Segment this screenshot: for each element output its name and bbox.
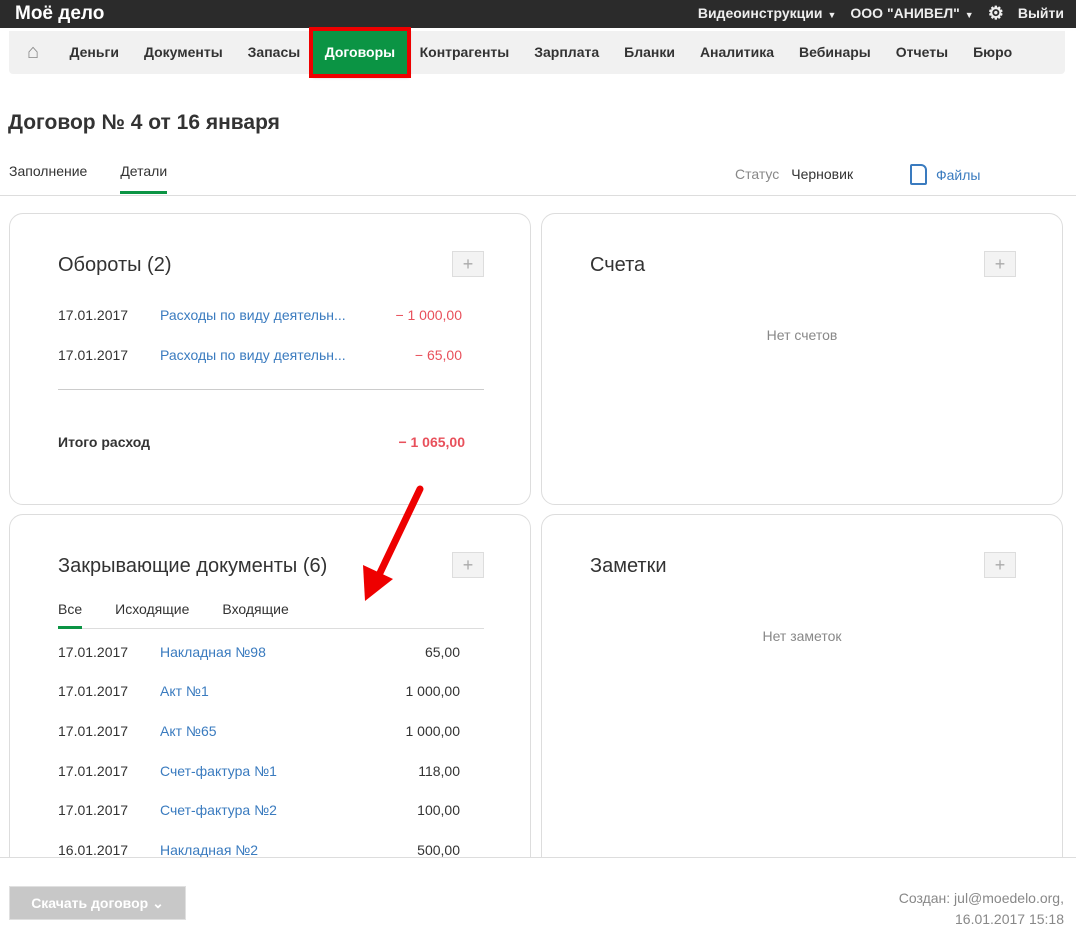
row-date: 17.01.2017 bbox=[58, 802, 129, 818]
closing-docs-card: Закрывающие документы (6) + Все Исходящи… bbox=[9, 514, 531, 857]
nav-bureau[interactable]: Бюро bbox=[961, 31, 1025, 74]
tab-outgoing[interactable]: Исходящие bbox=[115, 601, 189, 628]
nav-stock[interactable]: Запасы bbox=[235, 31, 313, 74]
row-link[interactable]: Накладная №2 bbox=[160, 842, 258, 857]
total-amount: − 1 065,00 bbox=[398, 434, 465, 450]
file-icon bbox=[910, 164, 927, 185]
row-amount: − 65,00 bbox=[414, 347, 462, 363]
row-date: 17.01.2017 bbox=[58, 723, 129, 739]
invoices-card: Счета + Нет счетов bbox=[541, 213, 1063, 505]
footer-divider bbox=[0, 857, 1076, 858]
card-title: Заметки bbox=[590, 555, 667, 577]
add-closing-doc-button[interactable]: + bbox=[452, 552, 484, 578]
add-turnover-button[interactable]: + bbox=[452, 251, 484, 277]
card-title: Закрывающие документы (6) bbox=[58, 555, 328, 577]
row-date: 17.01.2017 bbox=[58, 347, 129, 363]
tab-details[interactable]: Детали bbox=[120, 163, 168, 194]
logout-link[interactable]: Выйти bbox=[1018, 5, 1064, 21]
row-link[interactable]: Акт №65 bbox=[160, 723, 217, 739]
caret-down-icon: ▼ bbox=[827, 10, 837, 20]
home-icon[interactable]: ⌂ bbox=[9, 41, 57, 64]
video-menu[interactable]: Видеоинструкции ▼ bbox=[698, 5, 837, 21]
created-by: Создан: jul@moedelo.org, bbox=[898, 890, 1064, 906]
files-label: Файлы bbox=[936, 166, 981, 183]
page-title: Договор № 4 от 16 января bbox=[8, 111, 280, 134]
row-amount: − 1 000,00 bbox=[395, 307, 462, 323]
download-label: Скачать договор bbox=[31, 895, 149, 911]
red-arrow-annotation bbox=[363, 485, 424, 601]
nav-contracts[interactable]: Договоры bbox=[308, 27, 412, 78]
tab-incoming[interactable]: Входящие bbox=[222, 601, 288, 628]
total-label: Итого расход bbox=[58, 434, 151, 450]
notes-card: Заметки + Нет заметок bbox=[541, 514, 1063, 857]
add-note-button[interactable]: + bbox=[984, 552, 1016, 578]
nav-reports[interactable]: Отчеты bbox=[883, 31, 960, 74]
row-date: 16.01.2017 bbox=[58, 842, 129, 857]
status-label: Статус bbox=[735, 166, 780, 182]
add-invoice-button[interactable]: + bbox=[984, 251, 1016, 277]
top-bar: Moё дело Видеоинструкции ▼ ООО "АНИВЕЛ" ▼ … bbox=[0, 0, 1076, 28]
video-label: Видеоинструкции bbox=[697, 5, 823, 21]
nav-webinars[interactable]: Вебинары bbox=[787, 31, 884, 74]
row-amount: 100,00 bbox=[417, 802, 460, 818]
nav-salary[interactable]: Зарплата bbox=[522, 31, 612, 74]
row-link[interactable]: Счет-фактура №1 bbox=[160, 763, 277, 779]
nav-counterparties[interactable]: Контрагенты bbox=[407, 31, 522, 74]
main-nav: ⌂ Деньги Документы Запасы Договоры Контр… bbox=[9, 27, 1065, 78]
logo[interactable]: Moё дело bbox=[15, 3, 104, 25]
row-amount: 65,00 bbox=[424, 644, 460, 660]
org-menu[interactable]: ООО "АНИВЕЛ" ▼ bbox=[850, 5, 973, 21]
card-title: Счета bbox=[590, 254, 646, 276]
tab-all[interactable]: Все bbox=[58, 601, 83, 629]
created-info: Создан: jul@moedelo.org, 16.01.2017 15:18 bbox=[899, 888, 1064, 930]
nav-forms[interactable]: Бланки bbox=[612, 31, 688, 74]
org-label: ООО "АНИВЕЛ" bbox=[850, 5, 960, 21]
row-date: 17.01.2017 bbox=[58, 307, 129, 323]
row-link[interactable]: Акт №1 bbox=[160, 683, 209, 699]
content-area[interactable]: Обороты (2) + 17.01.2017 Расходы по виду … bbox=[0, 196, 1076, 857]
row-amount: 1 000,00 bbox=[405, 683, 461, 699]
row-amount: 1 000,00 bbox=[405, 723, 461, 739]
chevron-down-icon: ⌄ bbox=[152, 895, 164, 911]
row-link[interactable]: Счет-фактура №2 bbox=[160, 802, 277, 818]
empty-text: Нет заметок bbox=[762, 628, 842, 644]
empty-text: Нет счетов bbox=[766, 327, 838, 343]
row-date: 17.01.2017 bbox=[58, 763, 129, 779]
row-date: 17.01.2017 bbox=[58, 683, 129, 699]
card-title: Обороты (2) bbox=[58, 254, 172, 276]
row-date: 17.01.2017 bbox=[58, 644, 129, 660]
divider bbox=[58, 389, 484, 390]
status-value: Черновик bbox=[791, 166, 854, 182]
row-link[interactable]: Расходы по виду деятельн... bbox=[160, 307, 346, 323]
row-link[interactable]: Расходы по виду деятельн... bbox=[160, 347, 346, 363]
download-contract-button[interactable]: Скачать договор ⌄ bbox=[9, 886, 186, 920]
caret-down-icon: ▼ bbox=[964, 10, 974, 20]
row-amount: 500,00 bbox=[417, 842, 460, 857]
created-date: 16.01.2017 15:18 bbox=[955, 911, 1064, 927]
turnover-card: Обороты (2) + 17.01.2017 Расходы по виду … bbox=[9, 213, 531, 505]
gear-icon[interactable]: ⚙ bbox=[988, 4, 1004, 22]
nav-analytics[interactable]: Аналитика bbox=[687, 31, 786, 74]
status: Статус Черновик bbox=[735, 166, 853, 182]
tab-filling[interactable]: Заполнение bbox=[9, 163, 87, 194]
files-link[interactable]: Файлы bbox=[910, 164, 980, 185]
row-amount: 118,00 bbox=[418, 763, 460, 779]
nav-documents[interactable]: Документы bbox=[131, 31, 235, 74]
nav-money[interactable]: Деньги bbox=[57, 31, 131, 74]
row-link[interactable]: Накладная №98 bbox=[160, 644, 266, 660]
